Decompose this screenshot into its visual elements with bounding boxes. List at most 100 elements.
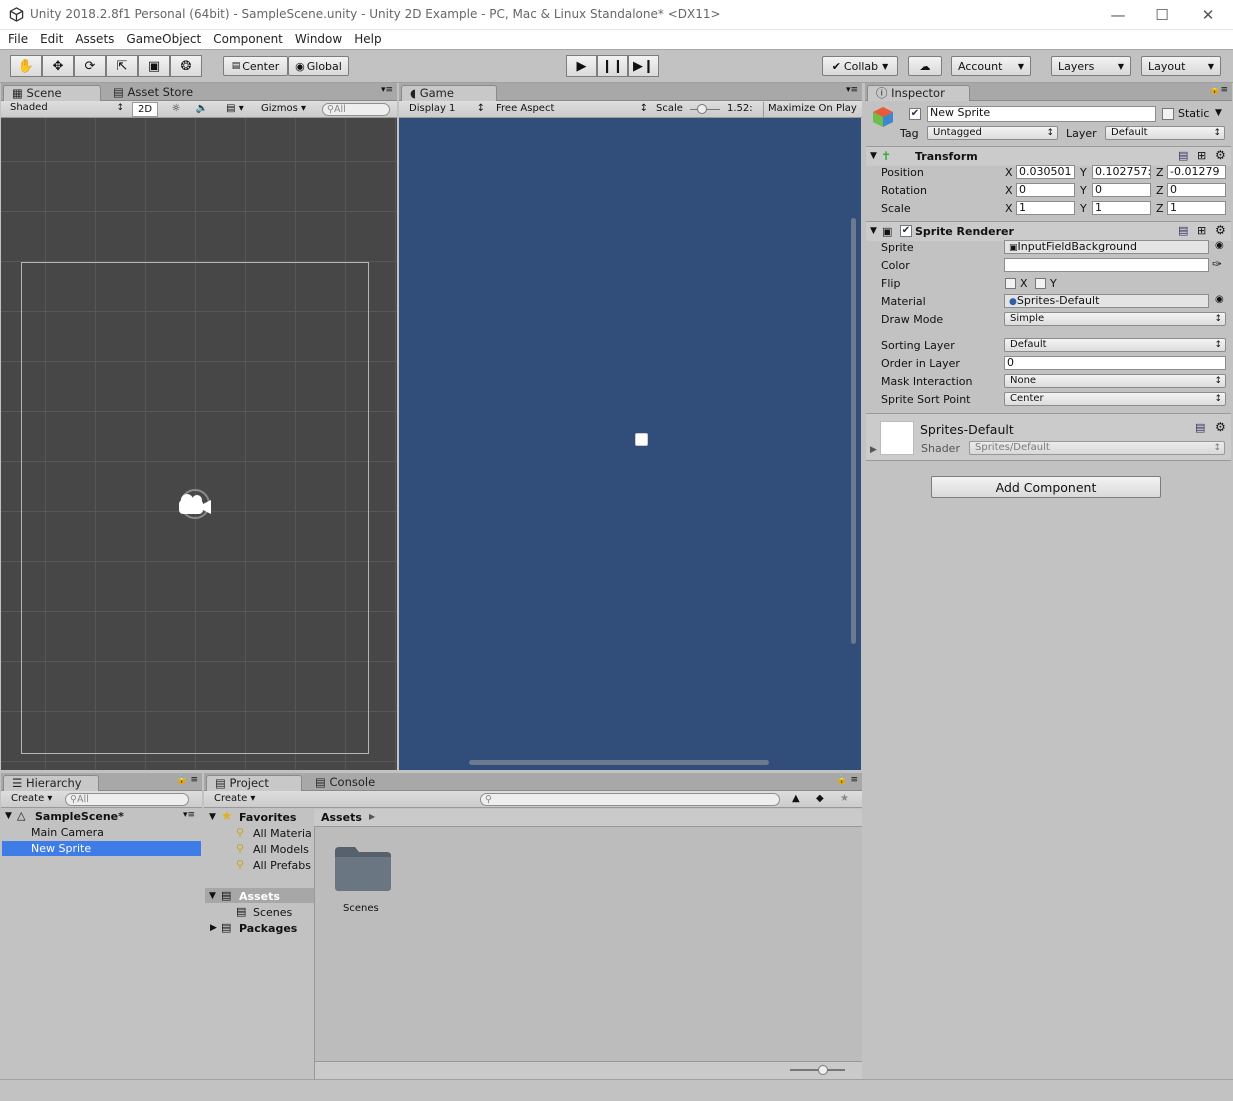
- help-book-icon[interactable]: ▤: [1178, 149, 1188, 162]
- packages-folder[interactable]: Packages: [239, 922, 297, 935]
- rotate-tool-icon[interactable]: ⟳: [74, 55, 106, 77]
- tab-project[interactable]: ▤ Project: [206, 775, 302, 791]
- tab-hierarchy[interactable]: ☰ Hierarchy: [3, 775, 99, 791]
- collab-button[interactable]: ✔ Collab ▼: [822, 56, 898, 76]
- pivot-global-button[interactable]: ◉ Global: [288, 56, 349, 76]
- scenes-folder[interactable]: Scenes: [253, 906, 292, 919]
- minimize-icon[interactable]: —: [1103, 4, 1133, 26]
- project-create-button[interactable]: Create ▾: [214, 792, 255, 807]
- foldout-down-icon[interactable]: ▼: [209, 812, 216, 822]
- gear-icon[interactable]: ⚙: [1215, 148, 1226, 162]
- tab-asset-store[interactable]: ▤ Asset Store: [105, 85, 201, 101]
- scene-search-input[interactable]: ⚲All: [322, 103, 390, 116]
- order-in-layer-field[interactable]: 0: [1004, 356, 1226, 370]
- hierarchy-item-new-sprite[interactable]: New Sprite: [31, 842, 91, 855]
- scale-slider-thumb[interactable]: [697, 104, 707, 114]
- account-dropdown[interactable]: Account ▼: [951, 56, 1031, 76]
- sprite-renderer-enabled-checkbox[interactable]: ✔: [900, 225, 912, 237]
- position-z-field[interactable]: -0.01279: [1167, 165, 1226, 179]
- lock-icon[interactable]: 🔒 ≡: [836, 775, 858, 785]
- position-x-field[interactable]: 0.030501: [1016, 165, 1075, 179]
- color-field[interactable]: [1004, 258, 1209, 272]
- menu-file[interactable]: File: [2, 30, 34, 49]
- add-component-button[interactable]: Add Component: [931, 476, 1161, 498]
- maximize-icon[interactable]: ☐: [1147, 4, 1177, 26]
- sorting-layer-dropdown[interactable]: Default: [1004, 338, 1226, 352]
- rotation-y-field[interactable]: 0: [1092, 183, 1151, 197]
- help-book-icon[interactable]: ▤: [1178, 224, 1188, 237]
- position-y-field[interactable]: 0.102757:: [1092, 165, 1151, 179]
- gear-icon[interactable]: ⚙: [1215, 223, 1226, 237]
- favorite-all-prefabs[interactable]: All Prefabs: [253, 859, 311, 872]
- game-viewport[interactable]: [399, 118, 861, 770]
- tab-inspector[interactable]: ⓘ Inspector: [867, 85, 970, 101]
- lock-icon[interactable]: 🔒≡: [1209, 85, 1228, 95]
- menu-assets[interactable]: Assets: [69, 30, 120, 49]
- help-book-icon[interactable]: ▤: [1195, 421, 1205, 434]
- aspect-dropdown[interactable]: Free Aspect ↕: [496, 102, 648, 117]
- hand-tool-icon[interactable]: ✋: [10, 55, 42, 77]
- cloud-button[interactable]: ☁: [908, 56, 942, 76]
- display-dropdown[interactable]: Display 1 ↕: [409, 102, 485, 117]
- scene-viewport[interactable]: [1, 118, 397, 770]
- foldout-down-icon[interactable]: ▼: [870, 151, 877, 161]
- rotation-z-field[interactable]: 0: [1167, 183, 1226, 197]
- scenes-grid-item[interactable]: Scenes: [343, 903, 379, 914]
- tag-dropdown[interactable]: Untagged: [927, 126, 1058, 140]
- favorite-all-models[interactable]: All Models: [253, 843, 309, 856]
- shader-dropdown[interactable]: Sprites/Default: [969, 441, 1225, 455]
- active-checkbox[interactable]: ✔: [909, 108, 921, 120]
- menu-gameobject[interactable]: GameObject: [120, 30, 207, 49]
- favorite-all-materials[interactable]: All Materia: [253, 827, 312, 840]
- scale-tool-icon[interactable]: ⇱: [106, 55, 138, 77]
- favorites-section[interactable]: Favorites: [239, 811, 296, 824]
- effects-icon[interactable]: ▤ ▾: [219, 102, 251, 117]
- preset-icon[interactable]: ⊞: [1197, 149, 1206, 162]
- close-icon[interactable]: ✕: [1193, 4, 1223, 26]
- preset-icon[interactable]: ⊞: [1197, 224, 1206, 237]
- move-tool-icon[interactable]: ✥: [42, 55, 74, 77]
- foldout-down-icon[interactable]: ▼: [209, 891, 216, 901]
- scale-y-field[interactable]: 1: [1092, 201, 1151, 215]
- panel-menu-icon[interactable]: ▾≡: [846, 85, 858, 95]
- object-name-field[interactable]: New Sprite: [927, 106, 1156, 122]
- hierarchy-item-main-camera[interactable]: Main Camera: [31, 826, 104, 839]
- breadcrumb-assets[interactable]: Assets: [321, 811, 362, 824]
- horizontal-scrollbar[interactable]: [469, 760, 769, 765]
- foldout-right-icon[interactable]: ▶: [870, 445, 877, 455]
- eyedropper-icon[interactable]: ✑: [1212, 257, 1222, 271]
- play-button[interactable]: ▶: [566, 55, 597, 77]
- audio-icon[interactable]: 🔈: [191, 102, 213, 117]
- mask-interaction-dropdown[interactable]: None: [1004, 374, 1226, 388]
- gizmos-dropdown[interactable]: Gizmos ▾: [261, 102, 313, 117]
- foldout-down-icon[interactable]: ▼: [5, 811, 12, 821]
- transform-tool-icon[interactable]: ❂: [170, 55, 202, 77]
- menu-help[interactable]: Help: [348, 30, 387, 49]
- layer-dropdown[interactable]: Default: [1105, 126, 1225, 140]
- lighting-icon[interactable]: ☼: [165, 102, 187, 117]
- static-checkbox[interactable]: [1162, 108, 1174, 120]
- foldout-right-icon[interactable]: ▶: [210, 923, 217, 933]
- filter-type-icon[interactable]: ▲: [792, 792, 800, 807]
- rotation-x-field[interactable]: 0: [1016, 183, 1075, 197]
- lock-icon[interactable]: 🔒 ≡: [176, 775, 198, 785]
- flip-y-checkbox[interactable]: [1035, 278, 1046, 289]
- tab-scene[interactable]: ▦ Scene: [3, 85, 101, 101]
- tab-console[interactable]: ▤ Console: [307, 775, 383, 791]
- shading-dropdown[interactable]: Shaded: [5, 102, 127, 116]
- scene-root-item[interactable]: SampleScene*: [35, 810, 124, 823]
- sprite-sort-point-dropdown[interactable]: Center: [1004, 392, 1226, 406]
- scene-menu-icon[interactable]: ▾≡: [183, 810, 195, 820]
- icon-size-slider-thumb[interactable]: [818, 1065, 828, 1075]
- filter-label-icon[interactable]: ◆: [816, 792, 824, 807]
- object-picker-icon[interactable]: ◉: [1215, 294, 1224, 305]
- hierarchy-search-input[interactable]: ⚲All: [65, 793, 189, 806]
- draw-mode-dropdown[interactable]: Simple: [1004, 312, 1226, 326]
- gear-icon[interactable]: ⚙: [1215, 420, 1226, 434]
- project-search-input[interactable]: ⚲: [480, 793, 780, 806]
- scenes-folder-icon[interactable]: [333, 843, 393, 893]
- pivot-center-button[interactable]: ▤ Center: [223, 56, 288, 76]
- layers-dropdown[interactable]: Layers ▼: [1051, 56, 1131, 76]
- menu-edit[interactable]: Edit: [34, 30, 69, 49]
- camera-gizmo-icon[interactable]: [173, 488, 217, 522]
